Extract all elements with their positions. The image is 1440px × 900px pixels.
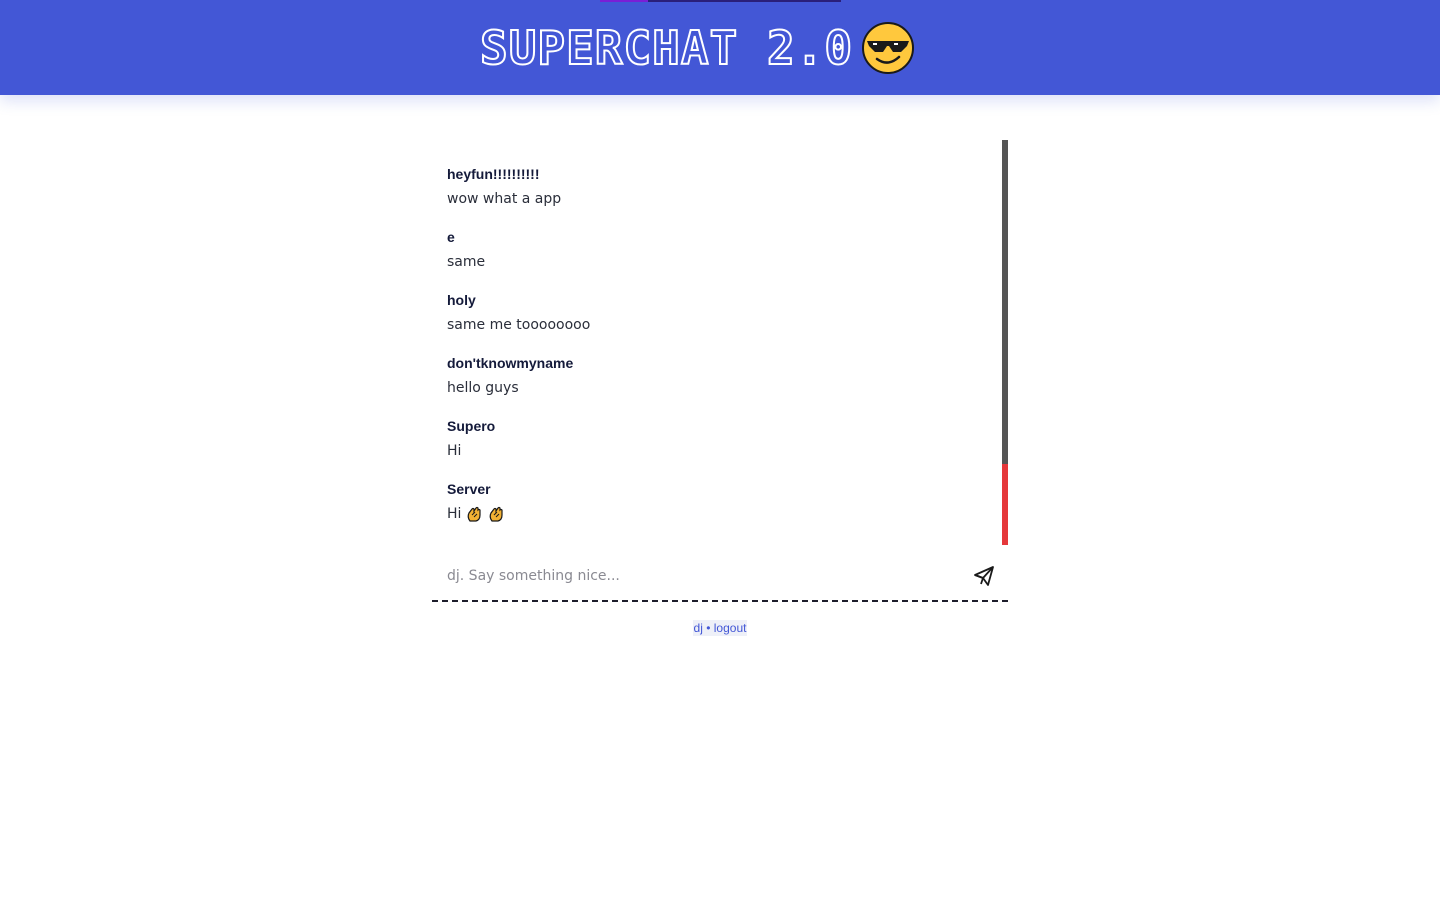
message-text: hello guys <box>447 376 987 400</box>
chat-message: Server Hi <box>447 479 987 525</box>
separator-dot: • <box>706 621 711 635</box>
message-text: wow what a app <box>447 187 987 211</box>
scrollbar-thumb[interactable] <box>1002 464 1008 545</box>
clapping-hands-icon <box>468 506 482 522</box>
message-composer <box>432 556 1008 602</box>
message-author: don'tknowmyname <box>447 355 574 371</box>
user-session-links: dj • logout <box>692 620 748 636</box>
paper-plane-send-icon <box>974 566 994 586</box>
message-body: hello guys <box>447 380 519 396</box>
messages-scroll-content: , heyfun!!!!!!!!!! wow what a app e same… <box>447 140 987 542</box>
message-author: Supero <box>447 418 496 434</box>
user-footer: dj • logout <box>0 620 1440 636</box>
chat-message: don'tknowmyname hello guys <box>447 353 987 399</box>
current-username[interactable]: dj <box>694 621 703 635</box>
message-author: Server <box>447 481 491 497</box>
message-body: Hi <box>447 506 462 522</box>
message-author: e <box>447 229 455 245</box>
clapping-hands-icon <box>490 506 504 522</box>
chat-message: holy same me toooooooo <box>447 290 987 336</box>
chat-message-list[interactable]: , heyfun!!!!!!!!!! wow what a app e same… <box>432 140 1008 545</box>
message-body: same me toooooooo <box>447 317 591 333</box>
message-input[interactable] <box>447 564 947 588</box>
message-text: Hi <box>447 502 987 526</box>
message-text: same <box>447 250 987 274</box>
logout-link[interactable]: logout <box>714 621 747 635</box>
message-text: same me toooooooo <box>447 313 987 337</box>
app-title: SUPERCHAT 2.0 <box>479 21 854 75</box>
message-body: Hi <box>447 443 462 459</box>
app-header: SUPERCHAT 2.0 <box>0 0 1440 95</box>
message-author: heyfun!!!!!!!!!! <box>447 166 540 182</box>
chat-message: heyfun!!!!!!!!!! wow what a app <box>447 164 987 210</box>
chat-message: e same <box>447 227 987 273</box>
send-button[interactable] <box>972 564 996 588</box>
header-accent-bar <box>600 0 841 2</box>
message-body: same <box>447 254 486 270</box>
message-text: Hi <box>447 439 987 463</box>
cool-sunglasses-emoji-icon <box>862 22 915 74</box>
message-author: holy <box>447 292 476 308</box>
chat-scrollbar[interactable] <box>1002 140 1008 545</box>
message-body: wow what a app <box>447 191 562 207</box>
title-group: SUPERCHAT 2.0 <box>479 20 915 76</box>
chat-message: Supero Hi <box>447 416 987 462</box>
